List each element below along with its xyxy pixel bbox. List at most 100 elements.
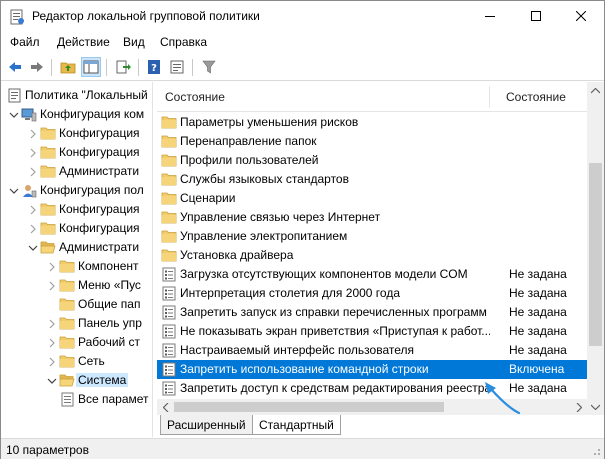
category-row[interactable]: Управление электропитанием: [157, 227, 587, 246]
setting-state: Не задана: [509, 305, 567, 319]
chevron-right-icon[interactable]: [47, 337, 57, 348]
svg-text:?: ?: [151, 63, 157, 74]
tree-item[interactable]: Все парамет: [1, 390, 152, 409]
scroll-down-icon[interactable]: [587, 398, 604, 415]
setting-name: Запретить запуск из справки перечисленны…: [180, 305, 487, 319]
tree-item[interactable]: Конфигурация ком: [1, 105, 152, 124]
close-button[interactable]: [558, 1, 604, 31]
tree-item-label: Администрати: [59, 164, 140, 178]
settings-list[interactable]: Состояние Состояние Параметры уменьшения…: [157, 82, 587, 415]
export-list-button[interactable]: [113, 57, 133, 77]
menu-help[interactable]: Справка: [160, 35, 207, 49]
setting-name: Загрузка отсутствующих компонентов модел…: [180, 267, 468, 281]
category-row[interactable]: Управление связью через Интернет: [157, 208, 587, 227]
chevron-right-icon[interactable]: [47, 318, 57, 329]
chevron-right-icon[interactable]: [28, 204, 38, 215]
close-icon: [576, 11, 586, 21]
tree-item[interactable]: Конфигурация: [1, 143, 152, 162]
vertical-scroll-thumb[interactable]: [589, 163, 602, 346]
tree-item[interactable]: Панель упр: [1, 314, 152, 333]
scroll-right-icon[interactable]: [570, 399, 587, 415]
tab-extended[interactable]: Расширенный: [160, 415, 253, 435]
back-button[interactable]: [5, 57, 25, 77]
tree-item-label: Конфигурация пол: [40, 183, 144, 197]
tree-item[interactable]: Рабочий ст: [1, 333, 152, 352]
folder-icon: [161, 153, 177, 168]
show-hide-tree-icon: [83, 60, 99, 74]
setting-row[interactable]: Запретить доступ к средствам редактирова…: [157, 379, 587, 398]
vertical-scrollbar[interactable]: [587, 82, 604, 415]
horizontal-scroll-thumb[interactable]: [174, 402, 444, 412]
tree-item[interactable]: Администрати: [1, 162, 152, 181]
chevron-right-icon[interactable]: [47, 280, 57, 291]
chevron-down-icon[interactable]: [28, 242, 38, 252]
chevron-down-icon[interactable]: [9, 109, 19, 119]
tree-item[interactable]: Конфигурация: [1, 219, 152, 238]
settings-list-icon: [59, 392, 75, 407]
folder-icon: [40, 164, 56, 179]
horizontal-scrollbar[interactable]: [157, 399, 587, 415]
chevron-right-icon[interactable]: [28, 147, 38, 158]
chevron-right-icon[interactable]: [47, 261, 57, 272]
tree-item-label: Конфигурация: [59, 145, 140, 159]
chevron-down-icon[interactable]: [9, 185, 19, 195]
column-header-name[interactable]: Состояние: [165, 90, 225, 104]
setting-row[interactable]: Настраиваемый интерфейс пользователя Не з…: [157, 341, 587, 360]
toolbar-separator: [138, 59, 139, 76]
chevron-right-icon[interactable]: [28, 166, 38, 177]
tree-item[interactable]: Меню «Пус: [1, 276, 152, 295]
chevron-down-icon[interactable]: [47, 375, 57, 385]
tree-item[interactable]: Конфигурация: [1, 200, 152, 219]
tree-item[interactable]: Общие пап: [1, 295, 152, 314]
setting-row[interactable]: Запретить запуск из справки перечисленны…: [157, 303, 587, 322]
title-bar[interactable]: Редактор локальной групповой политики: [1, 1, 604, 32]
scroll-up-icon[interactable]: [587, 82, 604, 99]
tree-pane[interactable]: Политика "Локальный Конфигурация ком Конфи…: [1, 82, 153, 437]
tree-item[interactable]: Система: [1, 371, 152, 390]
folder-icon: [161, 248, 177, 263]
tree-item[interactable]: Конфигурация пол: [1, 181, 152, 200]
tree-item[interactable]: Конфигурация: [1, 124, 152, 143]
setting-icon: [161, 381, 177, 396]
tree-item[interactable]: Компонент: [1, 257, 152, 276]
setting-icon: [161, 362, 177, 377]
menu-action[interactable]: Действие: [57, 35, 110, 49]
category-row[interactable]: Перенаправление папок: [157, 132, 587, 151]
category-row[interactable]: Службы языковых стандартов: [157, 170, 587, 189]
category-row[interactable]: Установка драйвера: [157, 246, 587, 265]
up-folder-button[interactable]: [58, 57, 78, 77]
forward-button[interactable]: [27, 57, 47, 77]
chevron-right-icon[interactable]: [28, 223, 38, 234]
properties-button[interactable]: [167, 57, 187, 77]
setting-state: Включена: [509, 362, 565, 376]
resize-grip-icon[interactable]: [591, 446, 601, 456]
tree-item[interactable]: Сеть: [1, 352, 152, 371]
setting-row[interactable]: Не показывать экран приветствия «Приступ…: [157, 322, 587, 341]
menu-file[interactable]: Файл: [10, 35, 40, 49]
help-button[interactable]: ?: [144, 57, 164, 77]
maximize-button[interactable]: [513, 1, 559, 31]
scroll-left-icon[interactable]: [157, 399, 174, 415]
setting-state: Не задана: [509, 324, 567, 338]
tree-item[interactable]: Администрати: [1, 238, 152, 257]
column-divider[interactable]: [489, 86, 490, 108]
chevron-right-icon[interactable]: [28, 128, 38, 139]
folder-icon: [161, 115, 177, 130]
column-header-state[interactable]: Состояние: [506, 90, 566, 104]
filter-button[interactable]: [199, 57, 219, 77]
tab-standard[interactable]: Стандартный: [252, 415, 341, 435]
setting-name: Не показывать экран приветствия «Приступ…: [180, 324, 490, 338]
tree-item[interactable]: Политика "Локальный: [1, 86, 152, 105]
chevron-right-icon[interactable]: [47, 356, 57, 367]
category-row[interactable]: Параметры уменьшения рисков: [157, 113, 587, 132]
setting-row[interactable]: Загрузка отсутствующих компонентов модел…: [157, 265, 587, 284]
minimize-button[interactable]: [467, 1, 513, 31]
tree-item-label: Конфигурация: [59, 202, 140, 216]
setting-row[interactable]: Интерпретация столетия для 2000 года Не з…: [157, 284, 587, 303]
tree-item-label: Система: [76, 373, 129, 387]
setting-row[interactable]: Запретить использование командной строки…: [157, 360, 587, 379]
category-row[interactable]: Сценарии: [157, 189, 587, 208]
show-hide-tree-button[interactable]: [81, 57, 101, 77]
menu-view[interactable]: Вид: [123, 35, 145, 49]
category-row[interactable]: Профили пользователей: [157, 151, 587, 170]
